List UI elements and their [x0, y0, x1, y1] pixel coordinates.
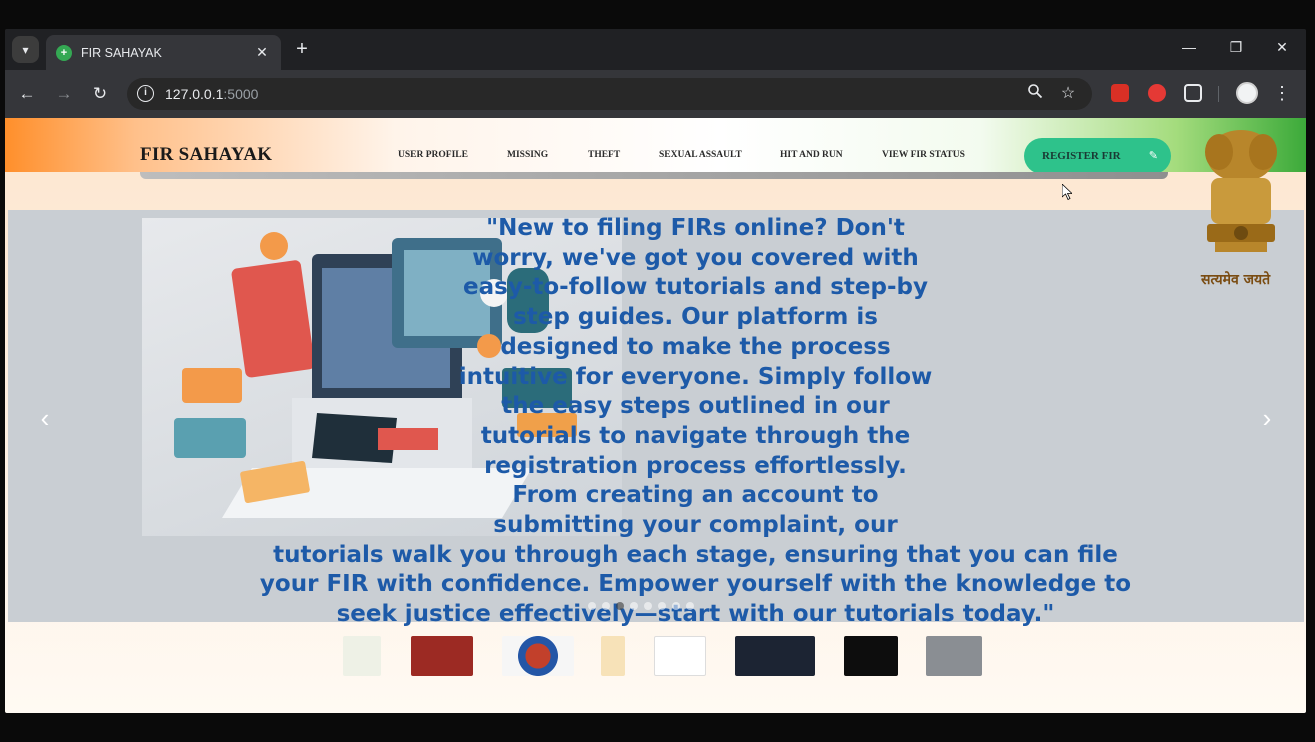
toolbar-divider	[1218, 86, 1219, 102]
url-text[interactable]: 127.0.0.1:5000	[165, 86, 258, 102]
header-underline-bar	[140, 172, 1168, 179]
zoom-icon[interactable]	[1024, 83, 1046, 104]
reload-button[interactable]: ↻	[88, 82, 112, 106]
chevron-down-icon: ▾	[22, 42, 29, 57]
mouse-cursor-icon	[1062, 184, 1072, 200]
browser-toolbar: ← → ↻ i 127.0.0.1:5000 ☆ ⋮	[5, 70, 1306, 118]
national-emblem	[1193, 126, 1289, 290]
extension-red-icon[interactable]	[1111, 84, 1129, 102]
screen-frame: ▾ + FIR SAHAYAK ✕ + — ❐ ✕ ← → ↻ i 127.0.…	[0, 0, 1315, 742]
carousel-indicator[interactable]	[602, 602, 610, 610]
nav-sexual-assault[interactable]: SEXUAL ASSAULT	[659, 150, 742, 160]
state-police-logo-1[interactable]	[343, 636, 381, 676]
slide-caption: "New to filing FIRs online? Don't worry,…	[259, 215, 1132, 628]
favicon-icon: +	[56, 44, 72, 61]
tab-strip: ▾ + FIR SAHAYAK ✕ + — ❐ ✕	[5, 29, 1306, 70]
carousel-prev-button[interactable]: ‹	[35, 403, 55, 434]
bookmark-star-icon[interactable]: ☆	[1057, 83, 1079, 103]
active-tab[interactable]: + FIR SAHAYAK ✕	[46, 35, 281, 70]
url-port: :5000	[223, 86, 259, 102]
tab-title: FIR SAHAYAK	[81, 45, 162, 60]
site-info-icon[interactable]: i	[137, 85, 154, 102]
new-tab-button[interactable]: +	[292, 39, 312, 59]
partner-logos-strip	[330, 624, 985, 688]
maximize-button[interactable]: ❐	[1224, 39, 1248, 56]
profile-avatar[interactable]	[1236, 82, 1258, 104]
jammu-kashmir-police-logo[interactable]	[411, 636, 473, 676]
site-header: FIR SAHAYAK USER PROFILE MISSING THEFT S…	[5, 118, 1306, 174]
uttarakhand-police-logo[interactable]	[654, 636, 706, 676]
grey-police-logo[interactable]	[926, 636, 982, 676]
carousel-indicator[interactable]	[686, 602, 694, 610]
minimize-button[interactable]: —	[1177, 39, 1201, 55]
close-window-button[interactable]: ✕	[1270, 39, 1294, 56]
browser-window: ▾ + FIR SAHAYAK ✕ + — ❐ ✕ ← → ↻ i 127.0.…	[5, 29, 1306, 713]
extension-shield-icon[interactable]	[1148, 84, 1166, 102]
carousel-next-button[interactable]: ›	[1257, 403, 1277, 434]
tamil-nadu-police-logo[interactable]	[844, 636, 898, 676]
delhi-police-logo[interactable]	[502, 636, 574, 676]
pencil-icon: ✎	[1148, 150, 1158, 162]
brand-title[interactable]: FIR SAHAYAK	[140, 144, 272, 166]
carousel-indicator[interactable]	[630, 602, 638, 610]
register-fir-button[interactable]: REGISTER FIR ✎	[1024, 138, 1171, 174]
back-button[interactable]: ←	[15, 82, 39, 106]
nav-hit-and-run[interactable]: HIT AND RUN	[780, 150, 843, 160]
carousel-indicator-active[interactable]	[616, 602, 624, 610]
carousel-indicator[interactable]	[588, 602, 596, 610]
emblem-motto: सत्यमेव जयते	[1201, 272, 1271, 288]
close-tab-icon[interactable]: ✕	[253, 44, 271, 61]
nav-user-profile[interactable]: USER PROFILE	[398, 150, 468, 160]
nav-view-fir-status[interactable]: VIEW FIR STATUS	[882, 150, 965, 160]
menu-icon[interactable]: ⋮	[1273, 82, 1291, 104]
tutorial-carousel[interactable]: "New to filing FIRs online? Don't worry,…	[8, 210, 1304, 627]
dark-police-logo[interactable]	[735, 636, 815, 676]
police-badge-logo[interactable]	[601, 636, 625, 676]
extensions-puzzle-icon[interactable]	[1184, 84, 1202, 102]
forward-button[interactable]: →	[52, 82, 76, 106]
carousel-indicator[interactable]	[672, 602, 680, 610]
carousel-indicators	[588, 602, 694, 610]
address-bar[interactable]: i 127.0.0.1:5000 ☆	[127, 78, 1092, 110]
carousel-indicator[interactable]	[658, 602, 666, 610]
nav-missing[interactable]: MISSING	[507, 150, 548, 160]
url-host: 127.0.0.1	[165, 86, 224, 102]
carousel-indicator[interactable]	[644, 602, 652, 610]
nav-theft[interactable]: THEFT	[588, 150, 620, 160]
tab-search-button[interactable]: ▾	[12, 36, 39, 63]
register-fir-label: REGISTER FIR	[1042, 150, 1121, 162]
page-content: FIR SAHAYAK USER PROFILE MISSING THEFT S…	[5, 118, 1306, 713]
